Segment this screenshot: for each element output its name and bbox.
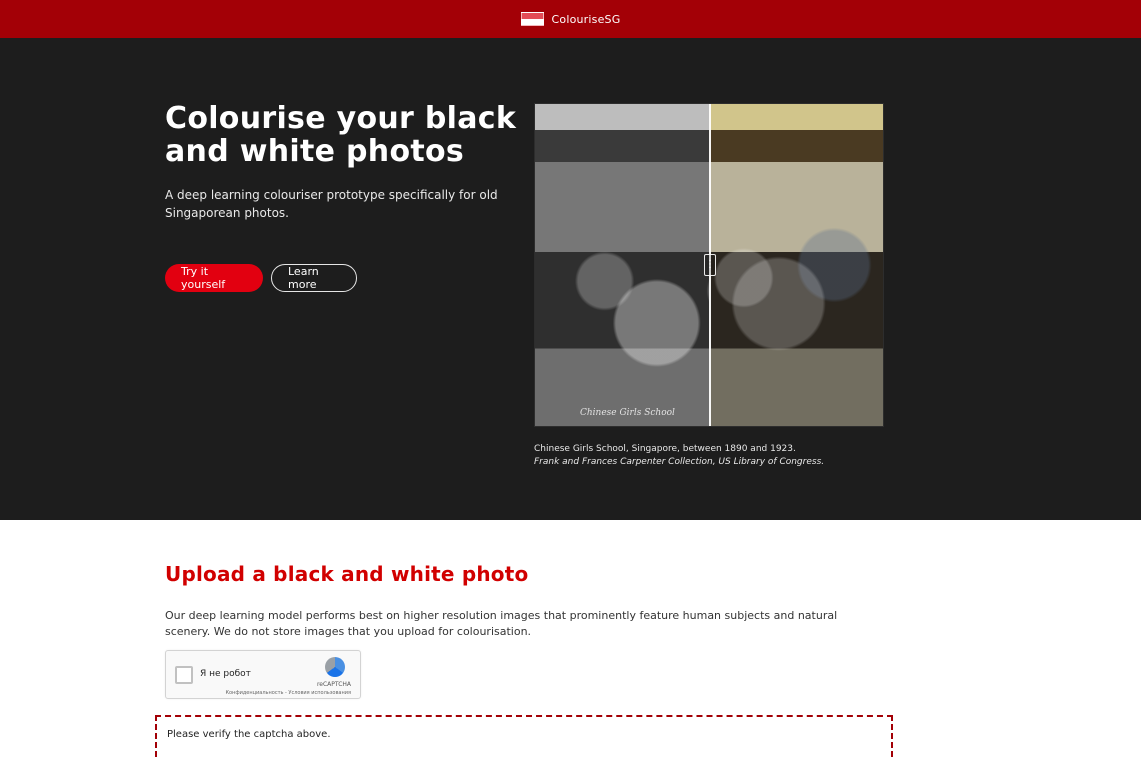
recaptcha-widget: Я не робот reCAPTCHA Конфиденциальность … — [165, 650, 361, 699]
upload-description: Our deep learning model performs best on… — [165, 609, 838, 638]
singapore-flag-icon — [520, 12, 544, 26]
brand-name: ColouriseSG — [551, 12, 621, 26]
top-navigation: ColouriseSG — [0, 0, 1141, 38]
hero-media: ⋮ Chinese Girls School Chinese Girls Sch… — [534, 103, 884, 469]
brand[interactable]: ColouriseSG — [520, 12, 621, 26]
recaptcha-brand: reCAPTCHA — [316, 681, 351, 688]
hero-copy: Colourise your black and white photos A … — [165, 102, 525, 292]
photo-watermark: Chinese Girls School — [580, 408, 675, 418]
hero-title: Colourise your black and white photos — [165, 101, 517, 169]
hero-section: Colourise your black and white photos A … — [0, 38, 1141, 520]
caption-line-2: Frank and Frances Carpenter Collection, … — [534, 456, 884, 469]
caption-line-1: Chinese Girls School, Singapore, between… — [534, 444, 796, 454]
comparison-slider-handle[interactable]: ⋮ — [704, 254, 716, 276]
hero-actions: Try it yourself Learn more — [165, 264, 525, 292]
recaptcha-terms: Конфиденциальность - Условия использован… — [225, 690, 351, 696]
image-caption: Chinese Girls School, Singapore, between… — [534, 443, 884, 469]
upload-title: Upload a black and white photo — [165, 562, 529, 586]
try-it-yourself-button[interactable]: Try it yourself — [165, 264, 263, 292]
learn-more-button[interactable]: Learn more — [271, 264, 357, 292]
upload-section: Upload a black and white photo Our deep … — [0, 520, 1141, 761]
recaptcha-checkbox[interactable] — [175, 666, 193, 684]
before-after-image-comparison[interactable]: ⋮ Chinese Girls School — [534, 103, 884, 427]
captcha-notice: Please verify the captcha above. — [155, 715, 893, 757]
captcha-notice-text: Please verify the captcha above. — [167, 729, 331, 740]
caption-credit: Frank and Frances Carpenter Collection, … — [534, 457, 825, 467]
hero-subtitle: A deep learning colouriser prototype spe… — [165, 188, 498, 220]
recaptcha-logo-icon — [325, 657, 345, 677]
recaptcha-label: Я не робот — [200, 669, 251, 679]
